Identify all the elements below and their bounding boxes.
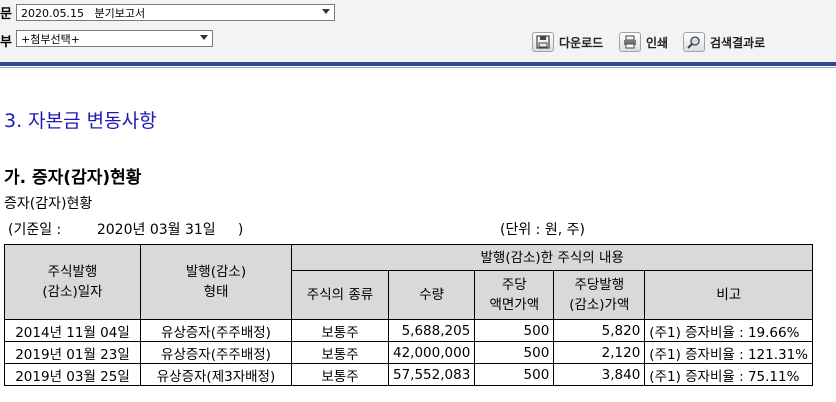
cell-quantity: 57,552,083 [387,363,476,386]
cell-type: 유상증자(주주배정) [140,319,292,342]
save-icon [532,32,554,52]
cell-kind: 보통주 [291,319,389,342]
search-results-label: 검색결과로 [710,35,766,50]
print-label: 인쇄 [646,35,669,50]
cell-note: (주1) 증자비율 : 121.31% [644,341,814,364]
header-issue-type: 발행(감소) 형태 [140,244,292,320]
cell-par: 500 [474,363,555,386]
cell-price: 2,120 [553,341,646,364]
capital-change-table: 주식발행 (감소)일자 발행(감소) 형태 발행(감소)한 주식의 내용 주식의… [4,244,814,386]
search-results-button[interactable]: 검색결과로 [683,31,765,53]
subsection-title: 가. 증자(감자)현황 [4,168,142,188]
cell-kind: 보통주 [291,363,389,386]
cell-quantity: 5,688,205 [387,319,476,342]
base-date: (기준일 : 2020년 03월 31일 ) [8,222,244,238]
unit-note: (단위 : 원, 주) [500,222,585,238]
header-note: 비고 [644,270,814,320]
viewer-toolbar: 문 2020.05.15 분기보고서 부 +첨부선택+ 다운로드 인쇄 검색결과… [0,0,836,62]
report-select-value: 2020.05.15 분기보고서 [21,7,146,20]
cell-date: 2014년 11월 04일 [4,319,141,342]
cell-note: (주1) 증자비율 : 75.11% [644,363,814,386]
header-par-value: 주당 액면가액 [474,270,555,320]
table-caption: 증자(감자)현황 [4,196,93,212]
download-button[interactable]: 다운로드 [532,31,603,53]
printer-icon [619,32,641,52]
cell-par: 500 [474,319,555,342]
print-button[interactable]: 인쇄 [619,31,668,53]
section-title: 3. 자본금 변동사항 [4,110,157,132]
attach-label: 부 [0,35,12,50]
cell-note: (주1) 증자비율 : 19.66% [644,319,814,342]
cell-date: 2019년 03월 25일 [4,363,141,386]
header-divider-thin [0,67,836,68]
header-divider [0,62,836,66]
cell-par: 500 [474,341,555,364]
magnifier-icon [683,32,705,52]
cell-date: 2019년 01월 23일 [4,341,141,364]
header-issue-price: 주당발행 (감소)가액 [553,270,646,320]
attach-select-value: +첨부선택+ [21,33,80,46]
download-label: 다운로드 [559,35,604,50]
chevron-down-icon [200,35,208,40]
cell-type: 유상증자(주주배정) [140,341,292,364]
report-label: 문 [0,7,12,22]
header-stock-content: 발행(감소)한 주식의 내용 [290,244,814,271]
header-issue-date: 주식발행 (감소)일자 [4,244,141,320]
attach-select[interactable]: +첨부선택+ [16,30,213,47]
cell-quantity: 42,000,000 [387,341,476,364]
chevron-down-icon [322,9,330,14]
cell-type: 유상증자(제3자배정) [140,363,292,386]
cell-price: 3,840 [553,363,646,386]
cell-price: 5,820 [553,319,646,342]
cell-kind: 보통주 [291,341,389,364]
table-row: 2019년 03월 25일 유상증자(제3자배정) 보통주 57,552,083… [4,363,814,386]
table-row: 2014년 11월 04일 유상증자(주주배정) 보통주 5,688,205 5… [4,319,814,342]
table-row: 2019년 01월 23일 유상증자(주주배정) 보통주 42,000,000 … [4,341,814,364]
header-quantity: 수량 [387,270,476,320]
report-select[interactable]: 2020.05.15 분기보고서 [16,4,335,21]
header-stock-kind: 주식의 종류 [291,270,389,320]
